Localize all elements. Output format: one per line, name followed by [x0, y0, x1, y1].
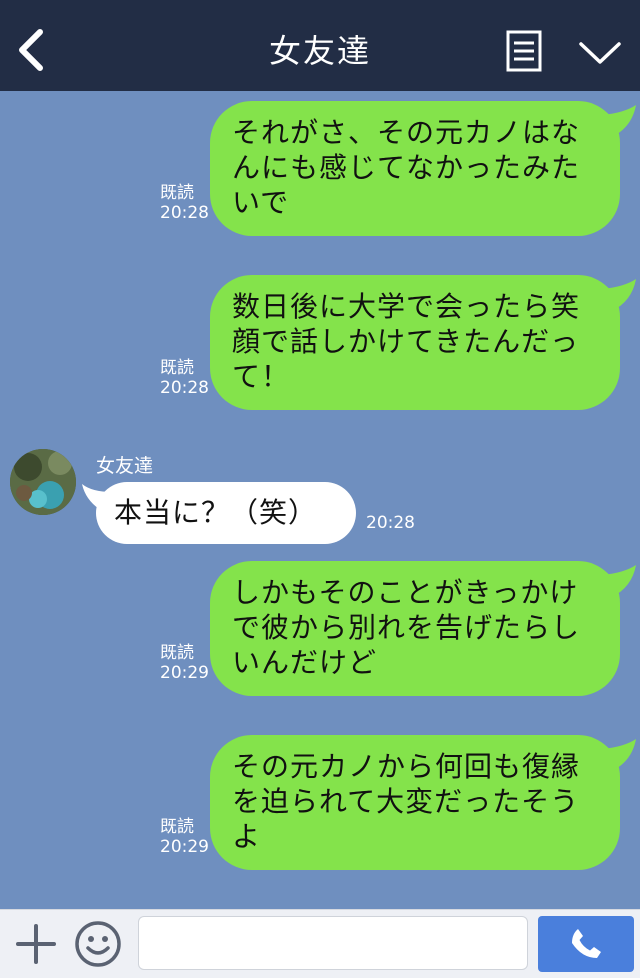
- smiley-icon: [75, 921, 121, 967]
- message-text: その元カノから何回も復縁を迫られて大変だったそうよ: [232, 750, 581, 853]
- message-input[interactable]: [138, 916, 528, 970]
- message-time: 20:28: [160, 203, 209, 223]
- phone-icon: [572, 929, 601, 958]
- read-receipt: 既読: [160, 643, 194, 663]
- add-button[interactable]: [14, 922, 58, 966]
- message-text: しかもそのことがきっかけで彼から別れを告げたらしいんだけど: [232, 576, 581, 679]
- message-text: 本当に？（笑）: [114, 496, 318, 529]
- message-time: 20:28: [366, 513, 415, 533]
- app-header: 女友達: [0, 0, 640, 91]
- emoji-button[interactable]: [74, 920, 122, 968]
- avatar[interactable]: [10, 449, 76, 515]
- menu-icon: [506, 30, 542, 72]
- chat-area[interactable]: それがさ、その元カノはなんにも感じてなかったみたいで 既読 20:28 数日後に…: [0, 91, 640, 909]
- bubble-tail: [602, 565, 636, 597]
- bubble-tail: [602, 105, 636, 137]
- menu-button[interactable]: [506, 30, 542, 72]
- expand-button[interactable]: [578, 38, 622, 68]
- outgoing-message-bubble[interactable]: その元カノから何回も復縁を迫られて大変だったそうよ: [210, 735, 636, 870]
- incoming-message-bubble[interactable]: 本当に？（笑）: [82, 482, 356, 544]
- message-meta: 既読 20:29: [160, 643, 209, 683]
- message-time: 20:29: [160, 837, 209, 857]
- outgoing-message-bubble[interactable]: 数日後に大学で会ったら笑顔で話しかけてきたんだって！: [210, 275, 636, 410]
- avatar-image: [10, 449, 76, 515]
- bubble-tail: [602, 279, 636, 311]
- message-time: 20:29: [160, 663, 209, 683]
- bubble-tail: [602, 739, 636, 771]
- read-receipt: 既読: [160, 183, 194, 203]
- sender-name: 女友達: [96, 455, 154, 477]
- outgoing-message-bubble[interactable]: しかもそのことがきっかけで彼から別れを告げたらしいんだけど: [210, 561, 636, 696]
- message-meta: 既読 20:28: [160, 358, 209, 398]
- read-receipt: 既読: [160, 817, 194, 837]
- read-receipt: 既読: [160, 358, 194, 378]
- message-composer: [0, 909, 640, 978]
- call-button[interactable]: [538, 916, 634, 972]
- plus-icon: [16, 924, 56, 964]
- outgoing-message-bubble[interactable]: それがさ、その元カノはなんにも感じてなかったみたいで: [210, 101, 636, 236]
- bubble-tail: [82, 484, 112, 512]
- chevron-down-icon: [579, 42, 621, 64]
- message-text: 数日後に大学で会ったら笑顔で話しかけてきたんだって！: [232, 290, 581, 393]
- message-meta: 既読 20:28: [160, 183, 209, 223]
- message-meta: 既読 20:29: [160, 817, 209, 857]
- message-text: それがさ、その元カノはなんにも感じてなかったみたいで: [232, 116, 581, 219]
- chat-title: 女友達: [268, 32, 371, 70]
- message-time: 20:28: [160, 378, 209, 398]
